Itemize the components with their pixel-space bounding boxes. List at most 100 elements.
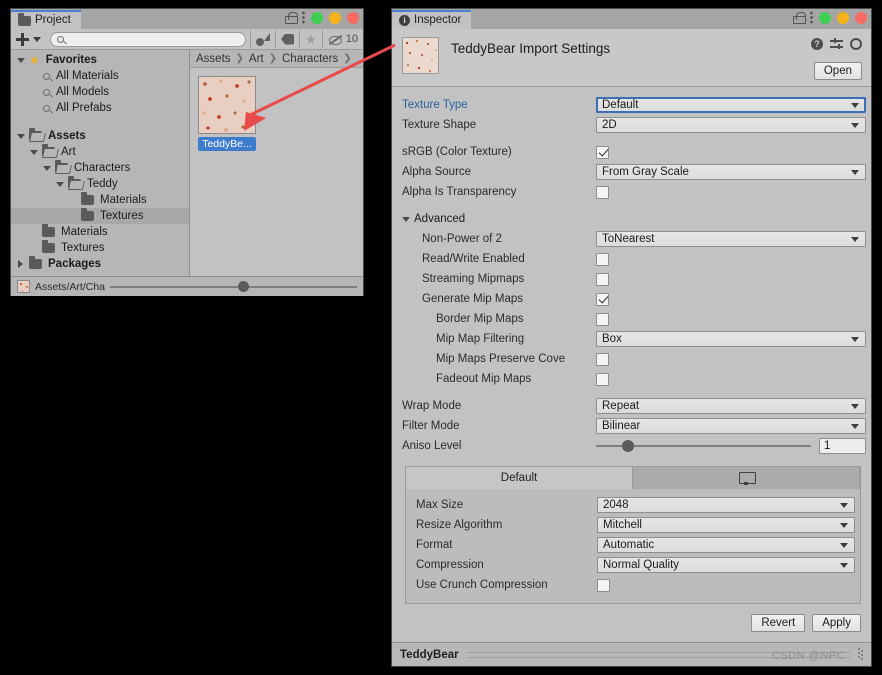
preset-icon[interactable]: [830, 38, 843, 50]
chevron-down-icon: [851, 103, 859, 108]
checkbox-border-mip-maps[interactable]: [596, 313, 609, 326]
search-input-wrap[interactable]: [50, 32, 246, 47]
tree-item-label: Materials: [100, 194, 147, 206]
dropdown-resize-algorithm[interactable]: Mitchell: [597, 517, 855, 533]
tree-twisty-down-icon[interactable]: [54, 182, 65, 187]
dropdown-value: 2D: [602, 119, 617, 131]
resize-grip[interactable]: [858, 648, 863, 662]
lock-icon[interactable]: [285, 12, 296, 24]
info-icon: i: [399, 15, 410, 26]
texture-import-settings: Texture TypeDefaultTexture Shape2DsRGB (…: [392, 87, 871, 456]
tree-twisty-down-icon[interactable]: [41, 166, 52, 171]
slider-aniso-level[interactable]: 1: [596, 438, 866, 454]
asset-grid[interactable]: TeddyBe...: [190, 68, 363, 276]
close-dot[interactable]: [347, 12, 359, 24]
lock-icon[interactable]: [793, 12, 804, 24]
search-input[interactable]: [68, 34, 239, 45]
dropdown-filter-mode[interactable]: Bilinear: [596, 418, 866, 434]
tree-item-assets[interactable]: Assets: [11, 128, 189, 144]
tab-project[interactable]: Project: [11, 10, 81, 29]
gear-icon[interactable]: [850, 38, 862, 50]
dropdown-wrap-mode[interactable]: Repeat: [596, 398, 866, 414]
tree-item-textures[interactable]: Textures: [11, 208, 189, 224]
chevron-right-icon: ❯: [269, 53, 277, 64]
tree-twisty-down-icon[interactable]: [15, 58, 26, 63]
tab-inspector[interactable]: i Inspector: [392, 10, 471, 29]
tree-item-favorites[interactable]: ★Favorites: [11, 52, 189, 68]
breadcrumb[interactable]: Assets❯Art❯Characters❯: [190, 50, 363, 68]
minimize-dot[interactable]: [329, 12, 341, 24]
search-icon: [43, 89, 50, 96]
dropdown-texture-type[interactable]: Default: [596, 97, 866, 113]
tree-item-label: Textures: [100, 210, 143, 222]
platform-tabs[interactable]: Default: [406, 467, 860, 489]
close-dot[interactable]: [855, 12, 867, 24]
tree-item-art[interactable]: Art: [11, 144, 189, 160]
tree-item-materials[interactable]: Materials: [11, 224, 189, 240]
help-icon[interactable]: ?: [811, 38, 823, 50]
checkbox-generate-mip-maps[interactable]: [596, 293, 609, 306]
folder-open-icon: [29, 131, 42, 141]
thumbnail-size-slider[interactable]: [110, 280, 357, 293]
field-row-max-size: Max Size2048: [406, 495, 860, 515]
tree-twisty-down-icon[interactable]: [15, 134, 26, 139]
dropdown-max-size[interactable]: 2048: [597, 497, 855, 513]
field-label-texture-type: Texture Type: [402, 99, 468, 111]
slider-knob[interactable]: [622, 440, 634, 452]
checkbox-streaming-mipmaps[interactable]: [596, 273, 609, 286]
dropdown-mip-map-filtering[interactable]: Box: [596, 331, 866, 347]
field-row-alpha-is-transparency: Alpha Is Transparency: [392, 182, 871, 202]
foldout-advanced[interactable]: Advanced: [392, 209, 871, 229]
filter-by-type-button[interactable]: [251, 30, 275, 49]
tree-twisty-right-icon[interactable]: [15, 260, 26, 268]
open-button[interactable]: Open: [814, 62, 862, 80]
maximize-dot[interactable]: [311, 12, 323, 24]
checkbox-use-crunch-compression[interactable]: [597, 579, 610, 592]
tree-twisty-down-icon[interactable]: [28, 150, 39, 155]
platform-tab-default[interactable]: Default: [406, 467, 633, 489]
tree-item-packages[interactable]: Packages: [11, 256, 189, 272]
dropdown-texture-shape[interactable]: 2D: [596, 117, 866, 133]
filter-by-label-button[interactable]: [276, 30, 299, 49]
hidden-items-button[interactable]: 10: [323, 30, 363, 49]
apply-button[interactable]: Apply: [812, 614, 861, 632]
tree-item-teddy[interactable]: Teddy: [11, 176, 189, 192]
field-row-filter-mode: Filter ModeBilinear: [392, 416, 871, 436]
dropdown-non-power-of-2[interactable]: ToNearest: [596, 231, 866, 247]
folder-icon: [42, 227, 55, 237]
checkbox-read-write-enabled[interactable]: [596, 253, 609, 266]
tree-item-all-materials[interactable]: All Materials: [11, 68, 189, 84]
checkbox-alpha-is-transparency[interactable]: [596, 186, 609, 199]
add-asset-button[interactable]: [11, 30, 46, 49]
asset-item-teddybear[interactable]: TeddyBe...: [196, 76, 258, 154]
value-field-aniso-level[interactable]: 1: [819, 438, 866, 454]
revert-button[interactable]: Revert: [751, 614, 805, 632]
asset-thumbnail: [198, 76, 256, 134]
tree-item-materials[interactable]: Materials: [11, 192, 189, 208]
maximize-dot[interactable]: [819, 12, 831, 24]
tree-item-characters[interactable]: Characters: [11, 160, 189, 176]
checkbox-mip-maps-preserve-coverage[interactable]: [596, 353, 609, 366]
slider-knob[interactable]: [238, 281, 249, 292]
platform-tab-standalone[interactable]: [633, 467, 860, 489]
chevron-down-icon: [402, 217, 410, 222]
filter-favorites-button[interactable]: ★: [300, 30, 322, 49]
minimize-dot[interactable]: [837, 12, 849, 24]
tree-item-textures[interactable]: Textures: [11, 240, 189, 256]
checkbox-srgb-color-texture[interactable]: [596, 146, 609, 159]
tree-item-all-prefabs[interactable]: All Prefabs: [11, 100, 189, 116]
project-folder-tree[interactable]: ★FavoritesAll MaterialsAll ModelsAll Pre…: [11, 50, 190, 276]
dropdown-format[interactable]: Automatic: [597, 537, 855, 553]
tree-item-all-models[interactable]: All Models: [11, 84, 189, 100]
dropdown-alpha-source[interactable]: From Gray Scale: [596, 164, 866, 180]
inspector-panel: i Inspector TeddyBear Import Settings ? …: [391, 8, 872, 667]
kebab-menu-icon[interactable]: [302, 11, 305, 24]
breadcrumb-item[interactable]: Assets: [196, 53, 231, 65]
breadcrumb-item[interactable]: Characters: [282, 53, 338, 65]
chevron-right-icon: ❯: [236, 53, 244, 64]
breadcrumb-item[interactable]: Art: [249, 53, 264, 65]
checkbox-fadeout-mip-maps[interactable]: [596, 373, 609, 386]
folder-open-icon: [68, 179, 81, 189]
kebab-menu-icon[interactable]: [810, 11, 813, 24]
dropdown-compression[interactable]: Normal Quality: [597, 557, 855, 573]
